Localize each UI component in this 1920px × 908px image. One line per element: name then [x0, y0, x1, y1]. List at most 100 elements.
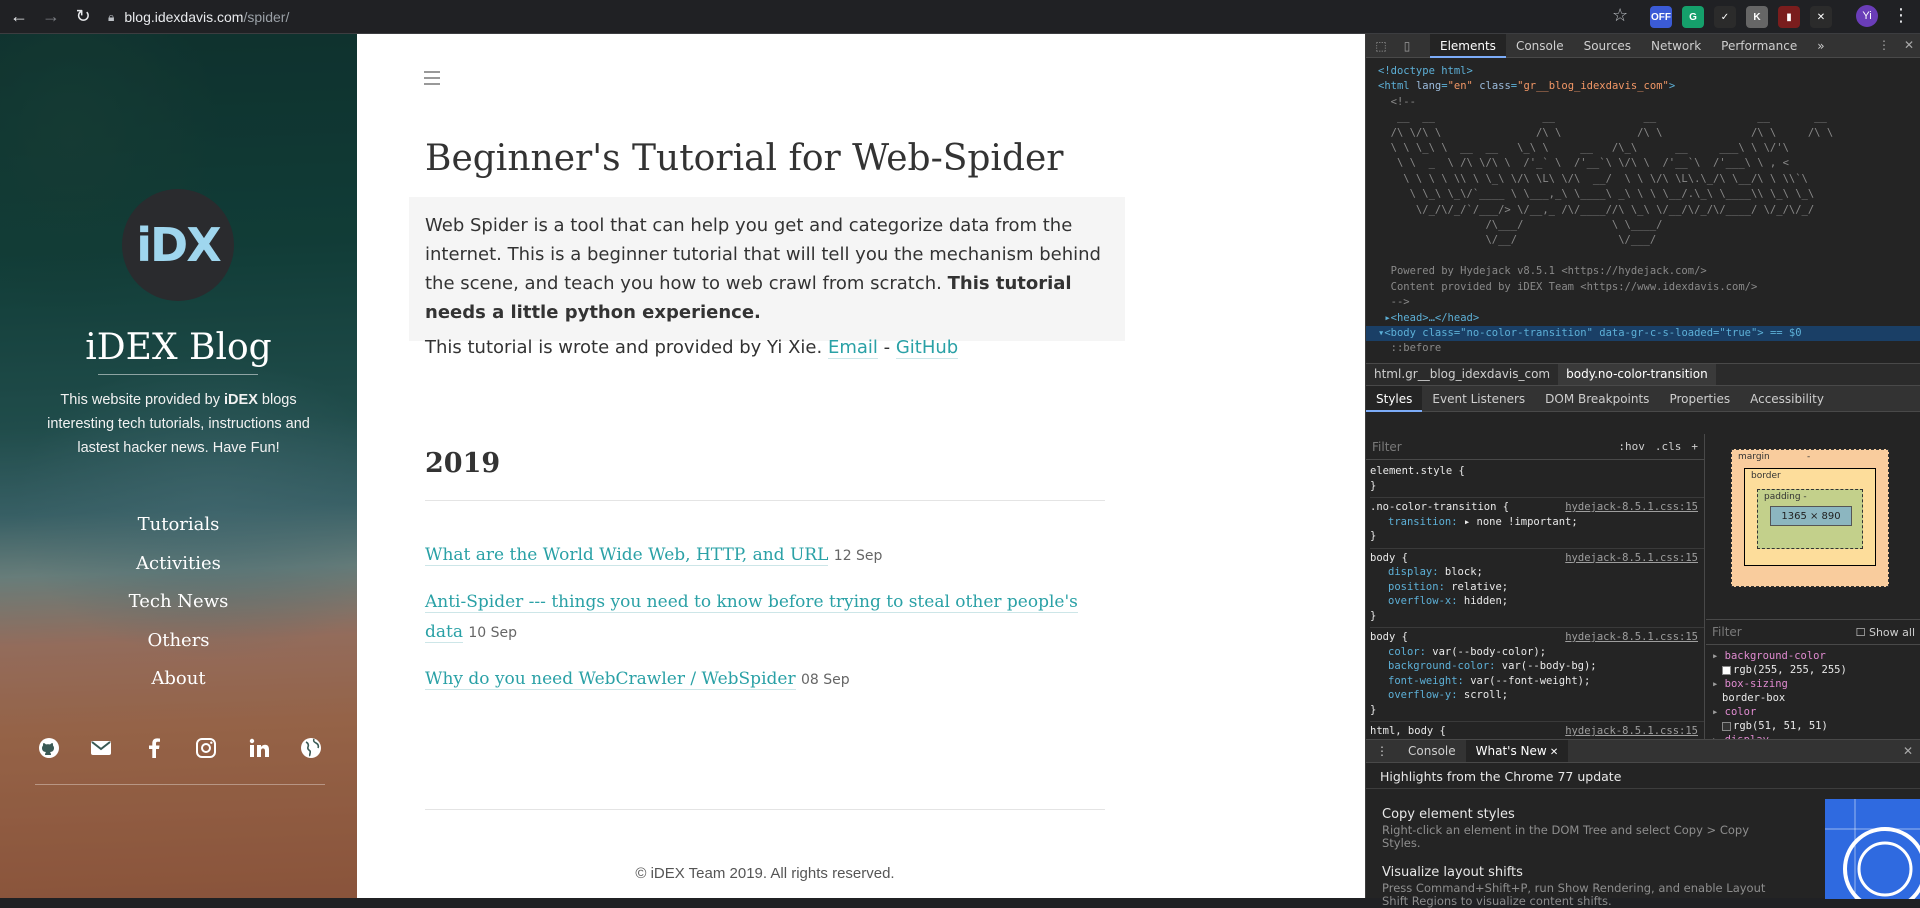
color-swatch[interactable]	[1722, 721, 1731, 731]
tab-accessibility[interactable]: Accessibility	[1740, 386, 1834, 412]
post-title-link[interactable]: Anti-Spider --- things you need to know …	[425, 592, 1078, 643]
sidebar-item-others[interactable]: Others	[0, 628, 357, 667]
dom-html-tag[interactable]: <html	[1378, 80, 1416, 92]
computed-property[interactable]: ▸ box-sizing border-box	[1712, 677, 1847, 705]
css-source-link[interactable]: hydejack-8.5.1.css:15	[1565, 551, 1698, 566]
css-declaration[interactable]: overflow-x: hidden;	[1370, 594, 1704, 609]
drawer-tab-what-s-new[interactable]: What's New ✕	[1465, 740, 1569, 762]
styles-filter-input[interactable]: Filter	[1372, 440, 1608, 454]
whats-new-item[interactable]: Visualize layout shifts Press Command+Shi…	[1382, 865, 1782, 908]
browser-menu-icon[interactable]: ⋮	[1892, 5, 1910, 26]
github-icon[interactable]	[35, 734, 63, 762]
css-declaration[interactable]: position: relative;	[1370, 580, 1704, 595]
tab-console[interactable]: Console	[1506, 34, 1574, 58]
inspect-element-icon[interactable]: ⬚	[1370, 35, 1392, 57]
profile-avatar[interactable]: Yi	[1856, 5, 1878, 27]
sidebar-item-tutorials[interactable]: Tutorials	[0, 512, 357, 551]
close-drawer-icon[interactable]: ✕	[1903, 744, 1913, 758]
post-title-link[interactable]: What are the World Wide Web, HTTP, and U…	[425, 545, 829, 566]
expand-arrow-icon[interactable]: ▸	[1712, 650, 1725, 662]
dom-head-node[interactable]: <head>…</head>	[1391, 312, 1480, 324]
box-model-padding: padding - 1365 × 890	[1757, 489, 1863, 549]
tab-dom-breakpoints[interactable]: DOM Breakpoints	[1535, 386, 1659, 412]
show-all-checkbox[interactable]: ☐ Show all	[1856, 626, 1915, 639]
more-tabs-button[interactable]: »	[1807, 34, 1834, 58]
tab-event-listeners[interactable]: Event Listeners	[1422, 386, 1535, 412]
close-extension-icon[interactable]: ✕	[1810, 6, 1832, 28]
css-rule[interactable]: body {hydejack-8.5.1.css:15 display: bloc…	[1370, 549, 1704, 628]
css-rule[interactable]: body {hydejack-8.5.1.css:15 color: var(--…	[1370, 628, 1704, 722]
css-declaration[interactable]: color: var(--body-color);	[1370, 645, 1704, 660]
css-value: ▸ none !important;	[1463, 515, 1578, 528]
dom-before-pseudo[interactable]: ::before	[1378, 342, 1442, 354]
elements-subtabs: Styles Event Listeners DOM Breakpoints Prop…	[1366, 385, 1920, 412]
breadcrumb-item[interactable]: html.gr__blog_idexdavis_com	[1366, 364, 1558, 385]
bookmark-star-icon[interactable]: ☆	[1612, 5, 1628, 26]
mail-icon[interactable]	[87, 734, 115, 762]
css-rule[interactable]: .no-color-transition {hydejack-8.5.1.css…	[1370, 498, 1704, 549]
css-source-link[interactable]: hydejack-8.5.1.css:15	[1565, 630, 1698, 645]
css-declaration[interactable]: display: block;	[1370, 565, 1704, 580]
computed-property[interactable]: ▸ color rgb(51, 51, 51)	[1712, 705, 1847, 733]
css-declaration[interactable]: font-weight: var(--font-weight);	[1370, 674, 1704, 689]
address-bar[interactable]: 🔒︎ blog.idexdavis.com/spider/	[108, 4, 1628, 30]
css-source-link[interactable]: hydejack-8.5.1.css:15	[1565, 500, 1698, 515]
avatar[interactable]: iDX	[122, 189, 234, 301]
devtools-menu-icon[interactable]: ⋮	[1878, 38, 1890, 52]
whats-new-item[interactable]: Copy element styles Right-click an elemen…	[1382, 807, 1782, 850]
computed-filter-input[interactable]: Filter	[1712, 625, 1742, 639]
dom-tree[interactable]: <!doctype html> <html lang="en" class="g…	[1366, 58, 1920, 363]
sidebar-item-activities[interactable]: Activities	[0, 551, 357, 590]
hamburger-menu-icon[interactable]	[424, 71, 440, 85]
css-declaration[interactable]: overflow-y: scroll;	[1370, 688, 1704, 703]
globe-icon[interactable]	[297, 734, 325, 762]
github-link[interactable]: GitHub	[895, 337, 959, 359]
css-source-link[interactable]: hydejack-8.5.1.css:15	[1565, 724, 1698, 739]
dom-doctype[interactable]: <!doctype html>	[1378, 65, 1473, 77]
cls-toggle[interactable]: .cls	[1655, 440, 1682, 453]
computed-property-value: rgb(255, 255, 255)	[1733, 664, 1847, 676]
dom-body-node-selected[interactable]: ▾<body class="no-color-transition" data-…	[1366, 325, 1920, 342]
site-title[interactable]: iDEX Blog	[0, 327, 357, 368]
tab-sources[interactable]: Sources	[1574, 34, 1641, 58]
expand-arrow-icon[interactable]: ▸	[1712, 706, 1725, 718]
css-rule[interactable]: html, body {hydejack-8.5.1.css:15margin:…	[1370, 722, 1704, 739]
kit-extension-icon[interactable]: K	[1746, 6, 1768, 28]
instagram-icon[interactable]	[192, 734, 220, 762]
computed-property[interactable]: ▸ background-color rgb(255, 255, 255)	[1712, 649, 1847, 677]
tab-elements[interactable]: Elements	[1430, 33, 1506, 58]
sidebar-item-about[interactable]: About	[0, 666, 357, 705]
css-declaration[interactable]: background-color: var(--body-bg);	[1370, 659, 1704, 674]
close-tab-icon[interactable]: ✕	[1547, 747, 1558, 758]
css-rule[interactable]: element.style {}	[1370, 462, 1704, 498]
drawer-tab-label: Console	[1408, 744, 1456, 758]
computed-property-name: box-sizing	[1724, 678, 1788, 690]
linkedin-icon[interactable]	[245, 734, 273, 762]
checkmark-extension-icon[interactable]: ✓	[1714, 6, 1736, 28]
tab-styles[interactable]: Styles	[1366, 385, 1423, 412]
forward-arrow-icon[interactable]: →	[38, 4, 64, 30]
drawer-tab-console[interactable]: Console	[1398, 740, 1466, 762]
reload-icon[interactable]: ↻	[70, 4, 96, 30]
expand-arrow-icon[interactable]: ▸	[1712, 678, 1725, 690]
mail-extension-icon[interactable]: OFF	[1650, 6, 1672, 28]
sidebar-item-tech-news[interactable]: Tech News	[0, 589, 357, 628]
post-title-link[interactable]: Why do you need WebCrawler / WebSpider	[425, 669, 796, 690]
css-declaration[interactable]: transition: ▸ none !important;	[1370, 515, 1704, 530]
email-link[interactable]: Email	[827, 337, 878, 359]
device-toolbar-icon[interactable]: ▯	[1396, 35, 1418, 57]
grammarly-icon[interactable]: G	[1682, 6, 1704, 28]
hov-toggle[interactable]: :hov	[1618, 440, 1645, 453]
tab-network[interactable]: Network	[1641, 34, 1711, 58]
breadcrumb-item[interactable]: body.no-color-transition	[1558, 364, 1716, 385]
box-model-content[interactable]: 1365 × 890	[1770, 506, 1852, 526]
facebook-icon[interactable]	[140, 734, 168, 762]
drawer-menu-icon[interactable]: ⋮	[1366, 740, 1398, 762]
bookmark-extension-icon[interactable]: ▮	[1778, 6, 1800, 28]
tab-properties[interactable]: Properties	[1659, 386, 1740, 412]
new-rule-icon[interactable]: +	[1691, 440, 1698, 453]
tab-performance[interactable]: Performance	[1711, 34, 1807, 58]
close-devtools-icon[interactable]: ✕	[1904, 38, 1914, 52]
color-swatch[interactable]	[1722, 665, 1731, 675]
back-arrow-icon[interactable]: ←	[6, 4, 32, 30]
